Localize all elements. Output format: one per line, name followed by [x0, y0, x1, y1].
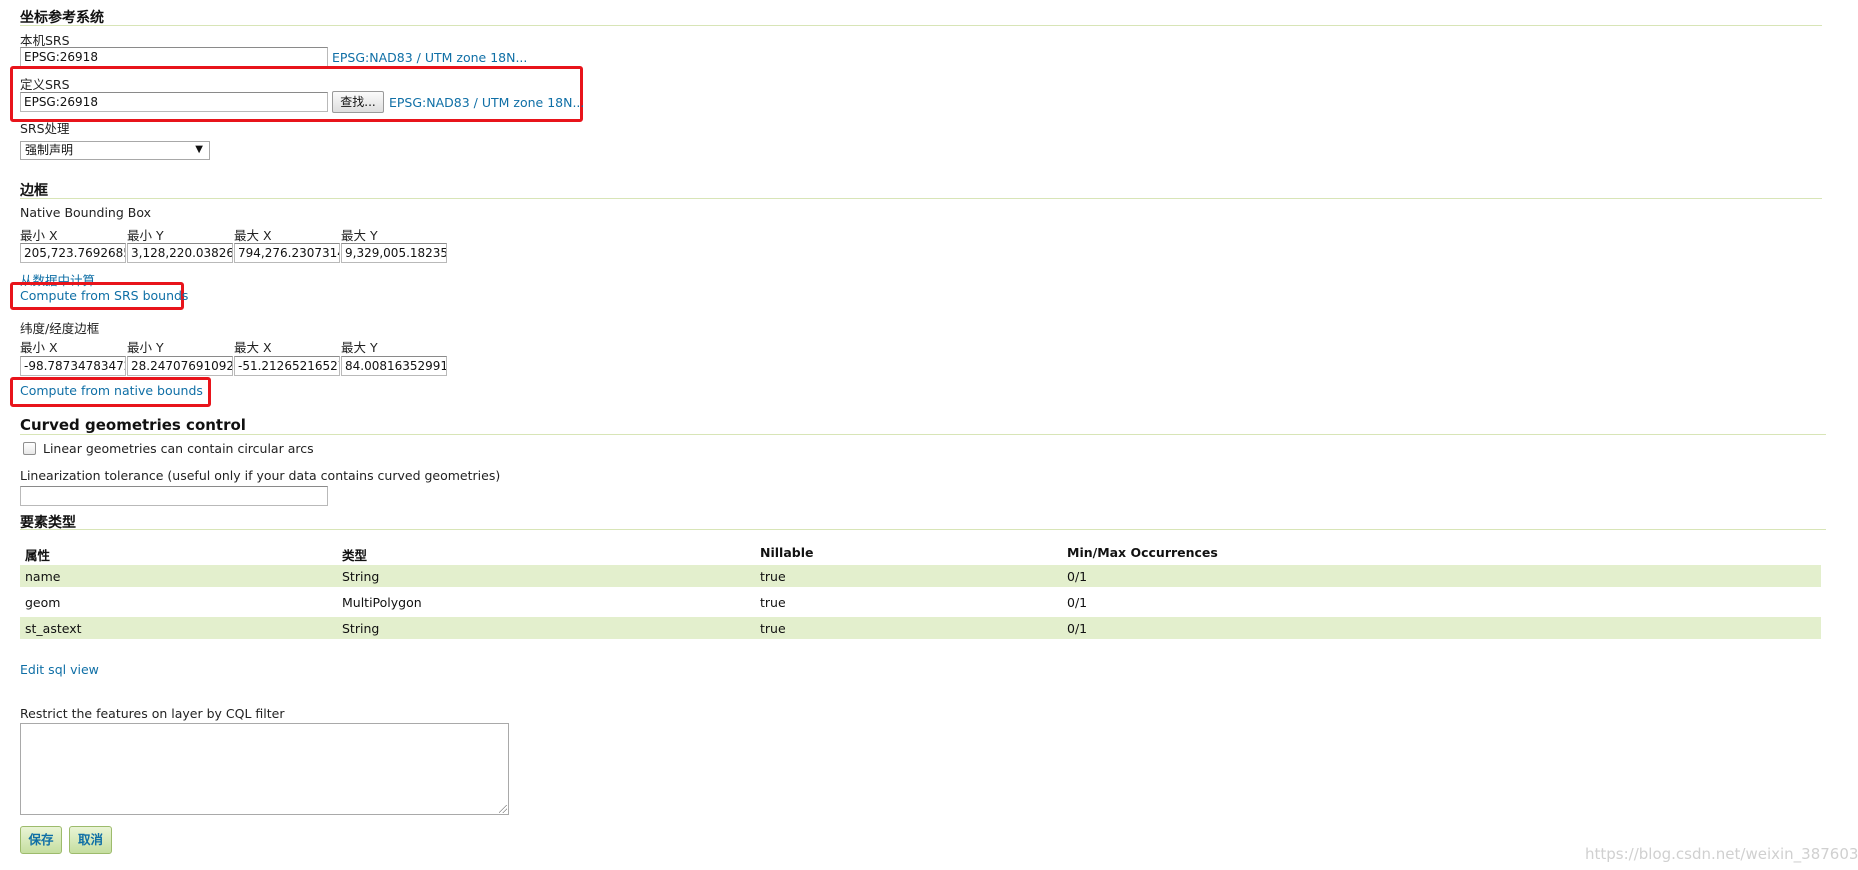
native-srs-input[interactable]: EPSG:26918	[20, 47, 328, 67]
occurrences-cell: 0/1	[1067, 595, 1088, 610]
srs-handling-value: 强制声明	[25, 143, 74, 157]
latlon-minx-label: 最小 X	[20, 340, 58, 355]
native-bbox-label: Native Bounding Box	[20, 205, 151, 220]
attribute-cell: st_astext	[25, 621, 82, 636]
srs-handling-label: SRS处理	[20, 121, 70, 136]
feature-type-section-divider	[20, 529, 1826, 530]
crs-section-title: 坐标参考系统	[20, 10, 104, 26]
column-header-type: 类型	[342, 548, 368, 563]
layer-edit-page: 坐标参考系统 本机SRS EPSG:26918 EPSG:NAD83 / UTM…	[0, 0, 1858, 870]
save-button[interactable]: 保存	[20, 826, 62, 854]
compute-from-srs-bounds-link[interactable]: Compute from SRS bounds	[20, 288, 188, 303]
latlon-bbox-label: 纬度/经度边框	[20, 321, 100, 336]
type-cell: String	[342, 569, 380, 584]
latlon-maxy-input[interactable]: 84.008163529912	[341, 356, 447, 376]
dropdown-arrow-icon: ▼	[195, 144, 203, 155]
native-miny-label: 最小 Y	[127, 228, 164, 243]
compute-from-native-bounds-link[interactable]: Compute from native bounds	[20, 383, 203, 398]
nillable-cell: true	[760, 569, 786, 584]
occurrences-cell: 0/1	[1067, 569, 1088, 584]
type-cell: String	[342, 621, 380, 636]
latlon-maxx-label: 最大 X	[234, 340, 272, 355]
declared-srs-input[interactable]: EPSG:26918	[20, 92, 328, 112]
native-miny-input[interactable]: 3,128,220.0382689	[127, 243, 233, 263]
crs-section-divider	[20, 25, 1822, 26]
latlon-maxy-label: 最大 Y	[341, 340, 378, 355]
cancel-button[interactable]: 取消	[69, 826, 112, 854]
attribute-cell: name	[25, 569, 61, 584]
native-maxx-label: 最大 X	[234, 228, 272, 243]
bbox-section-title: 边框	[20, 183, 48, 199]
find-srs-button[interactable]: 查找...	[332, 91, 384, 113]
column-header-occurrences: Min/Max Occurrences	[1067, 545, 1218, 560]
resize-grip-icon[interactable]	[499, 805, 507, 813]
type-cell: MultiPolygon	[342, 595, 422, 610]
latlon-maxx-input[interactable]: -51.212652165275	[234, 356, 340, 376]
table-row: st_astext String true 0/1	[20, 617, 1821, 639]
occurrences-cell: 0/1	[1067, 621, 1088, 636]
column-header-attribute: 属性	[25, 548, 51, 563]
watermark-text: https://blog.csdn.net/weixin_38760317	[1585, 845, 1858, 863]
native-maxx-input[interactable]: 794,276.23073143	[234, 243, 340, 263]
circular-arcs-label: Linear geometries can contain circular a…	[43, 441, 314, 456]
native-minx-label: 最小 X	[20, 228, 58, 243]
edit-sql-view-link[interactable]: Edit sql view	[20, 662, 99, 677]
curved-section-divider	[20, 434, 1826, 435]
nillable-cell: true	[760, 621, 786, 636]
cql-filter-textarea[interactable]	[20, 723, 509, 815]
native-maxy-label: 最大 Y	[341, 228, 378, 243]
linearization-tolerance-label: Linearization tolerance (useful only if …	[20, 468, 501, 483]
latlon-miny-label: 最小 Y	[127, 340, 164, 355]
cql-filter-label: Restrict the features on layer by CQL fi…	[20, 706, 285, 721]
bbox-section-divider	[20, 198, 1822, 199]
declared-srs-link[interactable]: EPSG:NAD83 / UTM zone 18N...	[389, 95, 584, 110]
native-srs-link[interactable]: EPSG:NAD83 / UTM zone 18N...	[332, 50, 527, 65]
latlon-miny-input[interactable]: 28.247076910927	[127, 356, 233, 376]
curved-section-title: Curved geometries control	[20, 416, 246, 434]
native-minx-input[interactable]: 205,723.76926856	[20, 243, 126, 263]
latlon-minx-input[interactable]: -98.787347834724	[20, 356, 126, 376]
attribute-cell: geom	[25, 595, 61, 610]
declared-srs-label: 定义SRS	[20, 77, 70, 92]
column-header-nillable: Nillable	[760, 545, 814, 560]
native-maxy-input[interactable]: 9,329,005.1823573	[341, 243, 447, 263]
table-row: geom MultiPolygon true 0/1	[20, 591, 1821, 613]
table-row: name String true 0/1	[20, 565, 1821, 587]
linearization-tolerance-input[interactable]	[20, 486, 328, 506]
srs-handling-select[interactable]: 强制声明 ▼	[20, 141, 210, 160]
nillable-cell: true	[760, 595, 786, 610]
circular-arcs-checkbox[interactable]	[23, 442, 36, 455]
